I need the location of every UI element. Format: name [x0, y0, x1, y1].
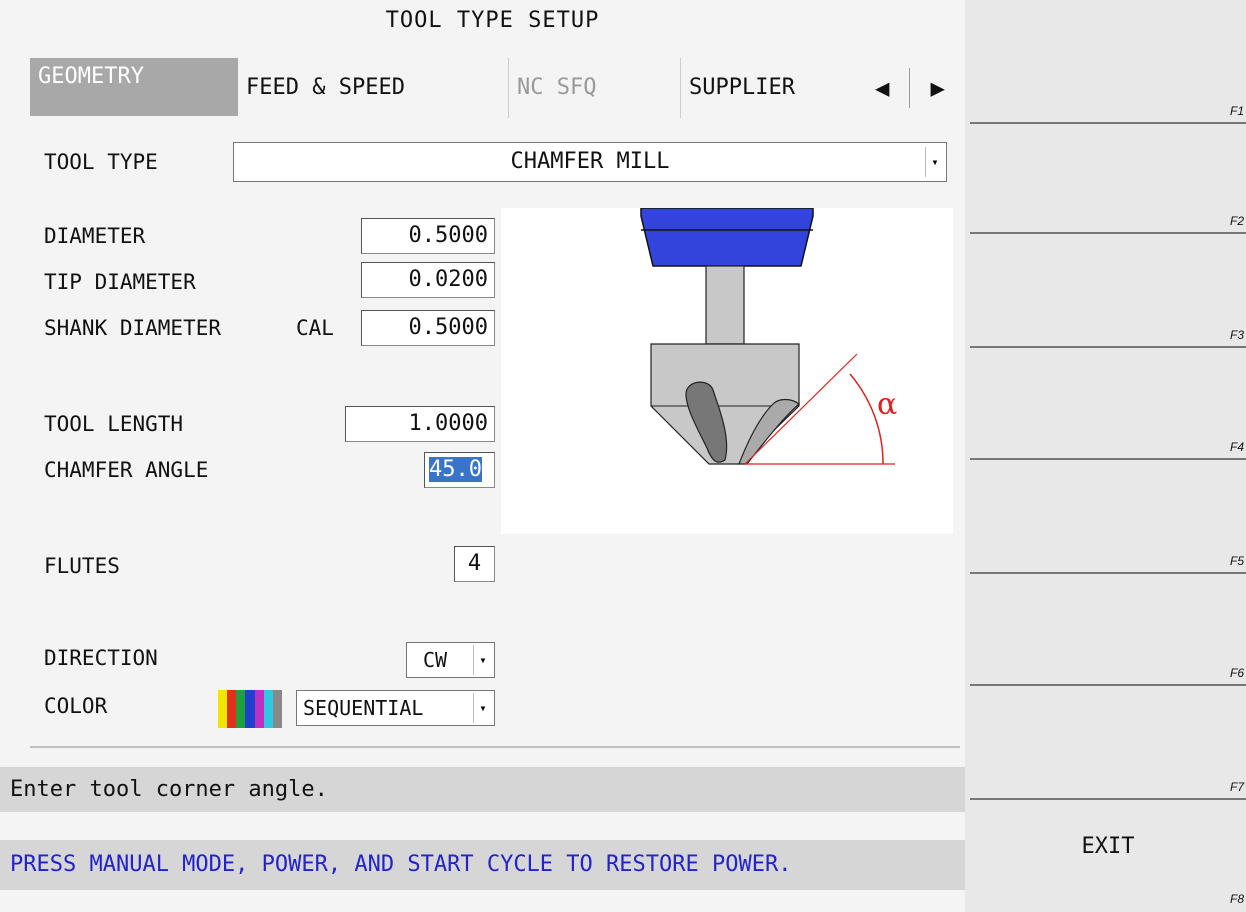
direction-value: CW	[423, 648, 448, 672]
f1-button[interactable]: F1	[970, 14, 1246, 124]
tab-geometry[interactable]: GEOMETRY	[30, 58, 238, 116]
chamfer-angle-input[interactable]: 45.0	[424, 452, 495, 488]
chamfer-angle-value: 45.0	[429, 457, 482, 482]
status-alert: PRESS MANUAL MODE, POWER, AND START CYCL…	[0, 840, 965, 890]
color-swatch-icon	[218, 690, 282, 728]
chevron-down-icon[interactable]: ▾	[473, 693, 492, 723]
f4-button[interactable]: F4	[970, 350, 1246, 460]
chamfer-angle-label: CHAMFER ANGLE	[44, 458, 209, 482]
diameter-label: DIAMETER	[44, 224, 146, 248]
tool-type-select[interactable]: CHAMFER MILL ▾	[233, 142, 947, 182]
color-label: COLOR	[44, 694, 108, 718]
chevron-down-icon[interactable]: ▾	[925, 147, 944, 177]
f2-button[interactable]: F2	[970, 124, 1246, 234]
f6-button[interactable]: F6	[970, 576, 1246, 686]
shank-diameter-label: SHANK DIAMETER	[44, 316, 222, 340]
tool-length-input[interactable]: 1.0000	[345, 406, 495, 442]
f3-button[interactable]: F3	[970, 238, 1246, 348]
tool-type-value: CHAMFER MILL	[510, 149, 670, 174]
left-triangle-icon[interactable]: ◀	[875, 74, 889, 102]
angle-symbol: α	[877, 387, 897, 422]
diameter-input[interactable]: 0.5000	[361, 218, 495, 254]
tab-supplier[interactable]: SUPPLIER	[680, 58, 850, 118]
tip-diameter-input[interactable]: 0.0200	[361, 262, 495, 298]
f5-button[interactable]: F5	[970, 464, 1246, 574]
tip-diameter-label: TIP DIAMETER	[44, 270, 196, 294]
chamfer-mill-diagram: α	[501, 207, 953, 534]
main-panel: TOOL TYPE SETUP GEOMETRY FEED & SPEED NC…	[0, 0, 965, 912]
chevron-down-icon[interactable]: ▾	[473, 645, 492, 675]
function-key-panel: F1 F2 F3 F4 F5 F6 F7 EXIT F8	[970, 14, 1246, 912]
color-select[interactable]: SEQUENTIAL ▾	[296, 690, 495, 726]
window-title: TOOL TYPE SETUP	[385, 8, 600, 33]
f7-button[interactable]: F7	[970, 690, 1246, 800]
tab-scroll-arrows: ◀ ▶	[875, 58, 945, 118]
tool-length-label: TOOL LENGTH	[44, 412, 184, 436]
tool-type-label: TOOL TYPE	[44, 150, 158, 174]
exit-button[interactable]: EXIT F8	[970, 800, 1246, 910]
direction-label: DIRECTION	[44, 646, 158, 670]
color-value: SEQUENTIAL	[303, 696, 424, 720]
direction-select[interactable]: CW ▾	[406, 642, 495, 678]
exit-label: EXIT	[1081, 834, 1135, 859]
tab-bar: GEOMETRY FEED & SPEED NC SFQ SUPPLIER ◀ …	[30, 58, 960, 118]
right-triangle-icon[interactable]: ▶	[930, 74, 944, 102]
flutes-label: FLUTES	[44, 554, 120, 578]
shank-diameter-input[interactable]: 0.5000	[361, 310, 495, 346]
shank-cal-button[interactable]: CAL	[296, 316, 334, 340]
flutes-input[interactable]: 4	[454, 546, 495, 582]
status-prompt: Enter tool corner angle.	[0, 767, 965, 812]
tab-nc-sfq: NC SFQ	[508, 58, 680, 118]
tab-feed-speed[interactable]: FEED & SPEED	[238, 58, 510, 118]
